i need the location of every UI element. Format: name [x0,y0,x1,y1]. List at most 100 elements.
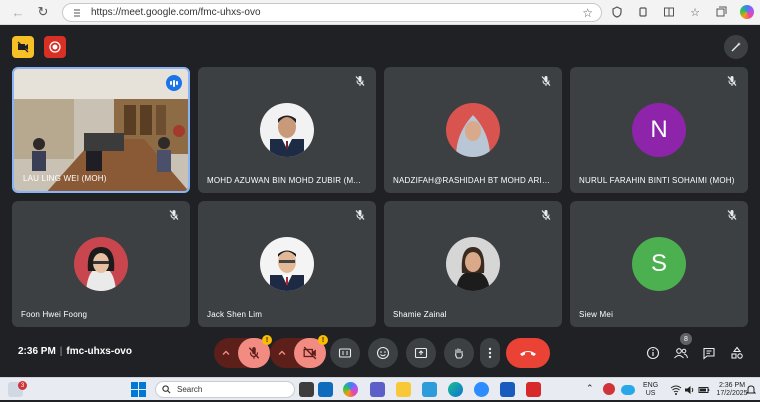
meeting-details-button[interactable] [644,344,662,362]
record-icon [49,41,61,53]
mic-off-icon [169,210,179,220]
participant-tile[interactable]: S Siew Mei [570,201,748,327]
participant-name: Shamie Zainal [393,310,447,319]
camera-off-indicator-button[interactable] [12,36,34,58]
file-explorer-icon[interactable] [396,382,411,397]
participant-tile[interactable]: Foon Hwei Foong [12,201,190,327]
photos-icon[interactable] [422,382,437,397]
more-vert-icon [488,347,492,359]
mic-toggle-button[interactable]: ! [238,335,272,368]
battery-icon[interactable] [698,383,713,398]
split-screen-icon[interactable] [660,3,678,21]
hand-icon [455,348,463,359]
mic-off-icon [541,210,551,220]
participant-tile[interactable]: MOHD AZUWAN BIN MOHD ZUBIR (M... [198,67,376,193]
meeting-controls-bar: 2:36 PM | fmc-uhxs-ovo ! ! [0,332,760,376]
participant-name: Jack Shen Lim [207,310,263,319]
search-label: Search [177,385,203,394]
task-view-icon[interactable] [299,382,314,397]
present-button[interactable] [406,338,436,368]
language-indicator[interactable]: ENG US [643,382,658,398]
wifi-icon[interactable] [670,383,685,398]
speaking-indicator-icon [166,75,182,91]
reactions-button[interactable] [368,338,398,368]
raise-hand-button[interactable] [444,338,474,368]
participant-name: NURUL FARAHIN BINTI SOHAIMI (MOH) [579,176,735,185]
captions-button[interactable] [330,338,360,368]
more-options-button[interactable] [480,338,500,368]
taskbar-search[interactable]: Search [155,381,295,398]
back-icon[interactable]: ← [8,2,28,22]
clock-date: 17/2/2025 [716,390,748,397]
participant-tile[interactable]: Shamie Zainal [384,201,562,327]
edge-icon[interactable] [448,382,463,397]
copilot-icon[interactable] [738,3,756,21]
closed-captions-icon [338,348,352,358]
camera-toggle-button[interactable]: ! [294,335,328,368]
start-icon[interactable] [131,382,146,397]
people-button[interactable] [672,344,690,362]
avatar [446,237,500,291]
onedrive-icon[interactable] [621,385,635,395]
participant-count-badge: 8 [680,333,692,345]
chevron-up-icon [278,350,286,355]
outlook-icon[interactable] [318,382,333,397]
extension-shield-icon[interactable] [608,3,626,21]
recording-indicator-button[interactable] [44,36,66,58]
extension-icon[interactable] [634,3,652,21]
zoom-icon[interactable] [474,382,489,397]
favorites-icon[interactable]: ☆ [686,3,704,21]
mic-off-icon [248,347,260,359]
browser-toolbar: ← ↻ https://meet.google.com/fmc-uhxs-ovo… [0,0,760,25]
meeting-info: 2:36 PM | fmc-uhxs-ovo [18,346,132,357]
participant-name: NADZIFAH@RASHIDAH BT MOHD ARIF... [393,176,553,185]
clock-time: 2:36 PM [718,382,746,389]
video-off-icon [17,41,29,53]
windows-taskbar: Search ⌃ ENG US 2:36 PM 17/2/2025 [0,377,760,400]
camera-options-button[interactable] [270,348,294,358]
warning-icon: ! [318,335,328,345]
mic-options-button[interactable] [214,348,238,358]
participant-name: MOHD AZUWAN BIN MOHD ZUBIR (M... [207,176,361,185]
activities-button[interactable] [728,344,746,362]
wand-icon [731,42,741,52]
chevron-up-icon [222,350,230,355]
chat-button[interactable] [700,344,718,362]
acrobat-icon[interactable] [526,382,541,397]
participant-tile[interactable]: Jack Shen Lim [198,201,376,327]
tray-overflow-icon[interactable]: ⌃ [586,384,594,393]
collections-icon[interactable] [712,3,730,21]
teams-icon[interactable] [370,382,385,397]
leave-call-button[interactable] [506,338,550,368]
word-icon[interactable] [500,382,515,397]
copilot-taskbar-icon[interactable] [343,382,358,397]
site-info-icon[interactable] [71,7,83,19]
participant-tile[interactable]: N NURUL FARAHIN BINTI SOHAIMI (MOH) [570,67,748,193]
avatar [260,103,314,157]
participant-tile[interactable]: LAU LING WEI (MOH) [12,67,190,193]
tray-app-icon[interactable] [603,383,615,395]
reload-icon[interactable]: ↻ [33,2,53,22]
people-icon [674,348,688,359]
favorite-star-icon[interactable]: ☆ [582,6,593,20]
participant-name: Foon Hwei Foong [21,310,88,319]
avatar [260,237,314,291]
notification-bell-icon[interactable] [745,383,760,398]
avatar [74,237,128,291]
video-off-icon [303,346,317,360]
meeting-time: 2:36 PM [18,346,56,357]
volume-icon[interactable] [684,383,699,398]
info-icon [646,346,660,360]
present-screen-icon [414,347,428,359]
effects-button[interactable] [724,35,748,59]
keyboard-label: US [645,390,656,397]
hangup-icon [520,351,536,356]
language-label: ENG [643,382,659,389]
search-icon [162,385,171,394]
avatar [446,103,500,157]
warning-icon: ! [262,335,272,345]
participant-tile[interactable]: NADZIFAH@RASHIDAH BT MOHD ARIF... [384,67,562,193]
clock[interactable]: 2:36 PM 17/2/2025 [714,382,750,398]
mic-off-icon [727,76,737,86]
address-bar[interactable]: https://meet.google.com/fmc-uhxs-ovo ☆ [62,3,602,22]
